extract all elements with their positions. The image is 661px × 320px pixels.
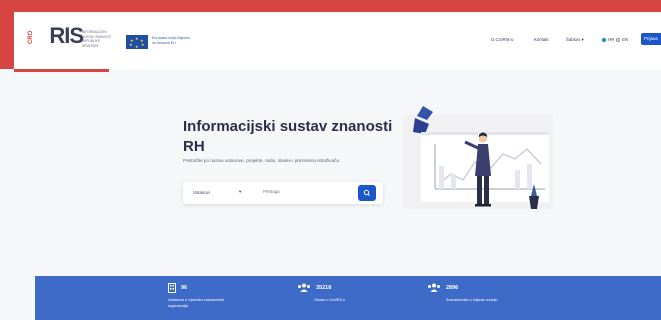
stat-value: 2896	[446, 285, 459, 291]
eu-flag-icon: ★ ★ ★ ★ ★ ★	[126, 35, 148, 49]
hero-description: Pretražite po nazivu ustanove, projekte,…	[183, 158, 340, 163]
search-button[interactable]	[358, 185, 376, 201]
building-icon	[168, 283, 176, 293]
stat-label: Ustanova u Upisniku znanstvenih organiza…	[168, 298, 225, 308]
lang-en[interactable]: EN	[622, 37, 628, 42]
login-button[interactable]: Prijava	[641, 33, 661, 45]
users-icon	[298, 283, 310, 292]
search-bar: Ustanovi ▾	[183, 182, 383, 204]
search-category-select[interactable]: Ustanovi	[193, 190, 210, 195]
search-icon	[363, 189, 370, 196]
lang-hr[interactable]: HR	[608, 37, 614, 42]
left-accent-bar	[0, 9, 14, 69]
language-switch[interactable]: HR EN	[602, 37, 628, 42]
stat-label: Osoba u CroRIS-u	[314, 298, 346, 302]
radio-selected-icon[interactable]	[602, 37, 606, 42]
stat-label: Znanstvenika u trajnom zvanju	[446, 298, 498, 302]
croris-logo[interactable]: CRO RIS	[28, 23, 84, 48]
radio-unselected-icon[interactable]	[616, 37, 621, 42]
page-title: Informacijski sustav znanosti RH	[183, 118, 393, 155]
header-under-accent	[14, 69, 109, 72]
logo-prefix: CRO	[28, 30, 34, 44]
chevron-down-icon[interactable]: ▾	[239, 189, 241, 195]
nav-templates[interactable]: Šabloni ▾	[566, 37, 584, 43]
logo-subtitle: INFORMACIJSKI SUSTAV ZNANOSTI REPUBLIKE …	[82, 30, 112, 48]
search-input[interactable]	[261, 188, 335, 195]
hero-illustration	[403, 106, 553, 209]
stat-value: 35218	[316, 285, 332, 291]
users-icon	[428, 283, 440, 292]
top-accent-bar	[0, 0, 661, 9]
nav-about[interactable]: O CroRIS-u	[491, 37, 513, 42]
nav-contact[interactable]: Kontakt	[534, 37, 549, 42]
stat-value: 96	[181, 285, 188, 291]
stats-bar: 96 Ustanova u Upisniku znanstvenih organ…	[35, 276, 661, 320]
logo-text: RIS	[49, 23, 84, 48]
eu-funding-text: Europska unija Zajedno do fondova EU	[152, 36, 190, 45]
